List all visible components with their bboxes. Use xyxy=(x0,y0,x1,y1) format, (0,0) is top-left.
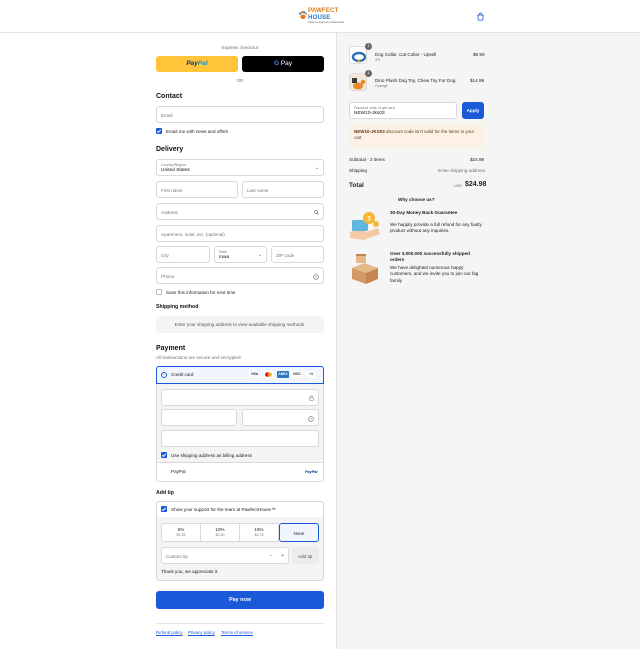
add-tip-button[interactable]: Add tip xyxy=(292,547,319,564)
card-number-field[interactable] xyxy=(161,389,319,406)
name-on-card-field[interactable] xyxy=(161,430,319,447)
paypal-express-button[interactable]: PayPal xyxy=(156,56,238,72)
search-icon xyxy=(314,210,319,215)
plus-icon[interactable]: + xyxy=(281,553,284,559)
minus-icon[interactable]: − xyxy=(269,553,272,559)
or-divider: OR xyxy=(236,78,244,83)
tip-option-none[interactable]: None xyxy=(279,523,319,542)
svg-text:?: ? xyxy=(315,275,317,279)
why-choose-heading: Why choose us? xyxy=(398,197,435,202)
terms-of-service-link[interactable]: Terms of service xyxy=(221,630,253,635)
item-variant: XS xyxy=(375,58,381,62)
lock-icon xyxy=(309,395,314,401)
product-thumbnail-dino-toy xyxy=(349,73,367,91)
chevron-down-icon: ⌄ xyxy=(257,252,262,258)
card-cvv-field[interactable]: ? xyxy=(242,409,319,426)
first-name-field[interactable]: First name xyxy=(156,181,238,198)
tip-thanks: Thank you, we appreciate it. xyxy=(161,569,219,574)
logo-text: PAWFECT HOUSE xyxy=(308,7,339,21)
credit-card-radio[interactable] xyxy=(161,372,167,378)
discover-icon: DISC xyxy=(291,371,303,378)
refund-policy-link[interactable]: Refund policy xyxy=(156,630,183,635)
header: PAWFECT HOUSE Paws & Happiness Guaranteed xyxy=(0,0,640,33)
svg-text:?: ? xyxy=(310,417,312,421)
card-expiry-field[interactable] xyxy=(161,409,237,426)
tip-option-10[interactable]: 10% $2.50 xyxy=(200,523,240,542)
money-back-illustration: $ xyxy=(350,212,380,240)
shipping-label: Shipping xyxy=(349,168,367,173)
email-field[interactable]: Email xyxy=(156,106,324,123)
discount-warning: NEW10-JKS03 discount code isn't valid fo… xyxy=(349,124,485,148)
express-checkout-title: Express checkout xyxy=(221,45,259,50)
last-name-field[interactable]: Last name xyxy=(242,181,324,198)
amex-icon: AMEX xyxy=(277,371,289,378)
benefit-title: Over 3.000.000 successfully shipped orde… xyxy=(390,251,470,263)
zip-field[interactable]: ZIP code xyxy=(271,246,324,263)
visa-icon: VISA xyxy=(249,371,260,378)
google-pay-button[interactable]: G Pay xyxy=(242,56,324,72)
phone-field[interactable]: Phone ? xyxy=(156,267,324,284)
shipped-boxes-illustration xyxy=(352,254,378,284)
save-info-label: Save this information for next time xyxy=(166,289,236,295)
add-tip-heading: Add tip xyxy=(156,490,174,496)
email-news-checkbox[interactable] xyxy=(156,128,162,134)
logo-tagline: Paws & Happiness Guaranteed xyxy=(308,21,345,24)
help-circle-icon[interactable]: ? xyxy=(313,273,319,280)
quantity-badge: 1 xyxy=(365,43,372,50)
store-logo[interactable]: PAWFECT HOUSE Paws & Happiness Guaranteed xyxy=(298,7,345,25)
billing-address-checkbox[interactable] xyxy=(161,452,167,458)
item-price: $9.99 xyxy=(473,52,485,57)
benefit-text: We have delighted numerous happy custome… xyxy=(390,265,479,283)
shipping-method-heading: Shipping method xyxy=(156,304,199,310)
city-field[interactable]: City xyxy=(156,246,210,263)
footer-divider xyxy=(156,623,324,624)
pay-now-button[interactable]: Pay now xyxy=(156,591,324,609)
paw-logo-icon xyxy=(299,11,307,19)
total-currency: USD xyxy=(454,184,463,188)
paypal-logo: PayPal xyxy=(305,469,318,474)
shopping-bag-icon[interactable] xyxy=(476,12,485,21)
contact-heading: Contact xyxy=(156,93,183,100)
payment-heading: Payment xyxy=(156,345,186,352)
state-select[interactable]: State Iowa ⌄ xyxy=(214,246,267,263)
mastercard-icon xyxy=(263,371,274,378)
custom-tip-field[interactable]: Custom tip − + xyxy=(161,547,289,564)
warning-code: NEW10-JKS03 xyxy=(354,129,385,134)
shipping-method-message: Enter your shipping address to view avai… xyxy=(156,316,324,333)
google-g-icon: G xyxy=(273,60,280,67)
benefit-title: 30-Day Money Back Guarantee xyxy=(390,210,458,215)
credit-card-label: Credit card xyxy=(171,372,194,377)
total-value: $24.98 xyxy=(465,181,487,188)
subtotal-value: $24.98 xyxy=(470,157,485,162)
subtotal-label: Subtotal · 2 items xyxy=(349,157,385,162)
privacy-policy-link[interactable]: Privacy policy xyxy=(188,630,215,635)
save-info-checkbox[interactable] xyxy=(156,289,162,295)
total-label: Total xyxy=(349,182,364,189)
tip-support-label: Show your support for the team at Pawfec… xyxy=(171,506,276,512)
more-cards-badge: +4 xyxy=(306,371,316,378)
email-news-label: Email me with news and offers xyxy=(166,128,229,134)
shipping-value: Enter shipping address xyxy=(438,168,485,173)
product-thumbnail-collar xyxy=(349,46,367,64)
item-name: Dog Collar, Cat Collar - Upsell xyxy=(375,52,437,57)
country-select[interactable]: Country/Region United States ⌄ xyxy=(156,159,324,176)
paypal-option-label: PayPal xyxy=(171,469,186,474)
item-name: Dino Plush Dog Toy, Chew Toy For Dog xyxy=(375,78,456,83)
address-field[interactable]: Address xyxy=(156,203,324,220)
apartment-field[interactable]: Apartment, suite, etc. (optional) xyxy=(156,225,324,242)
tip-support-checkbox[interactable] xyxy=(161,506,167,512)
item-variant: Orange xyxy=(375,84,388,88)
apply-discount-button[interactable]: Apply xyxy=(462,102,484,119)
item-price: $14.99 xyxy=(470,78,485,83)
help-circle-icon[interactable]: ? xyxy=(308,415,314,422)
tip-option-5[interactable]: 5% $1.25 xyxy=(161,523,201,542)
delivery-heading: Delivery xyxy=(156,146,184,153)
payment-subtext: All transactions are secure and encrypte… xyxy=(156,355,242,360)
discount-code-field[interactable]: Discount code or gift card NEW10-Jks03 xyxy=(349,102,457,119)
benefit-text: We happily provide a full refund for any… xyxy=(390,222,482,234)
billing-address-label: Use shipping address as billing address xyxy=(171,452,252,458)
chevron-down-icon: ⌄ xyxy=(314,165,319,171)
quantity-badge: 1 xyxy=(365,70,372,77)
tip-option-15[interactable]: 15% $3.75 xyxy=(239,523,279,542)
